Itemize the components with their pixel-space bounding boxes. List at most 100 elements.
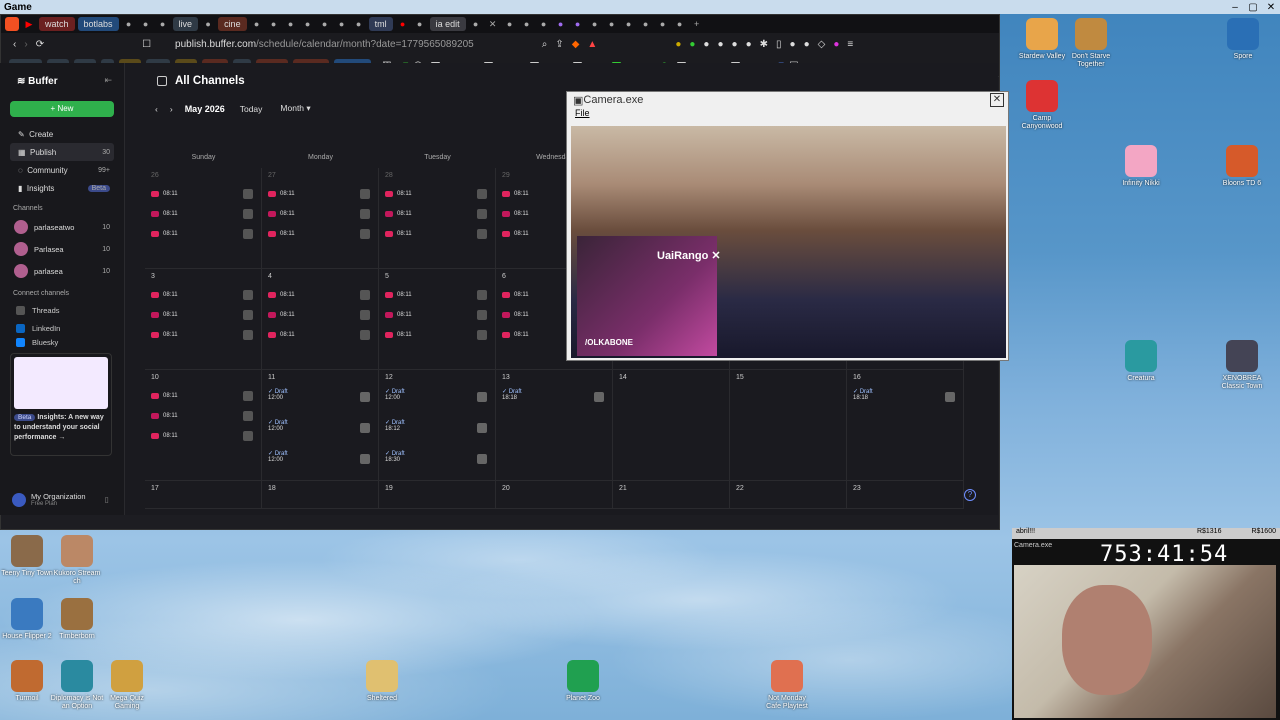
- calendar-day[interactable]: 10 08:11 08:11 08:11: [145, 370, 262, 481]
- desktop-icon[interactable]: Kukoro Stream ch: [50, 535, 104, 586]
- calendar-day[interactable]: 28 08:11 08:11 08:11: [379, 168, 496, 269]
- tab-icon[interactable]: ●: [537, 17, 551, 31]
- tab-icon[interactable]: ●: [503, 17, 517, 31]
- sidebar-icon[interactable]: ▯: [776, 39, 782, 50]
- reload-icon[interactable]: ⟳: [36, 39, 44, 50]
- back-icon[interactable]: ‹: [13, 39, 16, 50]
- next-month-icon[interactable]: ›: [170, 104, 173, 114]
- sidebar-item-community[interactable]: ◌ Community 99+: [10, 161, 114, 179]
- tab-botlabs[interactable]: botlabs: [77, 17, 119, 31]
- draft-post[interactable]: ✓ Draft 18:12: [385, 417, 489, 448]
- desktop-icon[interactable]: Bloons TD 6: [1215, 145, 1269, 188]
- extension-icon[interactable]: ●: [804, 39, 810, 50]
- calendar-day[interactable]: 12 ✓ Draft 12:00 ✓ Draft 18:12 ✓ Draft 18:30: [379, 370, 496, 481]
- desktop-icon[interactable]: Mega Quiz Gaming: [100, 660, 154, 711]
- calendar-day[interactable]: 5 08:11 08:11 08:11: [379, 269, 496, 370]
- tab-icon[interactable]: ●: [122, 17, 136, 31]
- close-icon[interactable]: ✕: [1262, 2, 1280, 13]
- extension-icon[interactable]: ●: [732, 39, 738, 50]
- calendar-day[interactable]: 4 08:11 08:11 08:11: [262, 269, 379, 370]
- connect-linkedin[interactable]: LinkedIn: [10, 319, 114, 337]
- close-icon[interactable]: ✕: [990, 93, 1004, 107]
- tab-icon[interactable]: ●: [520, 17, 534, 31]
- tab-icon[interactable]: ●: [554, 17, 568, 31]
- scheduled-post[interactable]: 08:11: [385, 184, 489, 204]
- url-field[interactable]: publish.buffer.com/schedule/calendar/mon…: [175, 39, 474, 50]
- tab-icon[interactable]: ●: [639, 17, 653, 31]
- calendar-day[interactable]: 21: [613, 481, 730, 509]
- maximize-icon[interactable]: ▢: [1244, 2, 1262, 13]
- channel-item[interactable]: parlasea 10: [10, 260, 114, 282]
- tab-icon[interactable]: ●: [284, 17, 298, 31]
- draft-post[interactable]: ✓ Draft 12:00: [385, 386, 489, 417]
- extension-icon[interactable]: ●: [833, 39, 839, 50]
- tab-watch[interactable]: watch: [39, 17, 75, 31]
- brave-shield-icon[interactable]: ◆: [572, 39, 580, 50]
- youtube-tab-icon[interactable]: ▶: [22, 17, 36, 31]
- calendar-day[interactable]: 11 ✓ Draft 12:00 ✓ Draft 12:00 ✓ Draft 12:00: [262, 370, 379, 481]
- tab-icon[interactable]: ●: [201, 17, 215, 31]
- scheduled-post[interactable]: 08:11: [151, 285, 255, 305]
- desktop-icon[interactable]: Teeny Tiny Town: [0, 535, 54, 578]
- calendar-day[interactable]: 27 08:11 08:11 08:11: [262, 168, 379, 269]
- tab-icon[interactable]: ●: [318, 17, 332, 31]
- scheduled-post[interactable]: 08:11: [151, 406, 255, 426]
- desktop-icon[interactable]: Spore: [1216, 18, 1270, 61]
- tab-icon[interactable]: ●: [396, 17, 410, 31]
- channel-item[interactable]: Parlasea 10: [10, 238, 114, 260]
- calendar-day[interactable]: 14: [613, 370, 730, 481]
- desktop-icon[interactable]: Camp Canyonwood: [1015, 80, 1069, 131]
- close-tab-icon[interactable]: ✕: [486, 17, 500, 31]
- scheduled-post[interactable]: 08:11: [268, 204, 372, 224]
- forward-icon[interactable]: ›: [24, 39, 27, 50]
- today-button[interactable]: Today: [237, 103, 266, 115]
- minimize-icon[interactable]: –: [1226, 2, 1244, 13]
- help-icon[interactable]: ?: [964, 489, 976, 501]
- tab-icon[interactable]: ●: [413, 17, 427, 31]
- vpn-icon[interactable]: ◇: [818, 39, 826, 50]
- scheduled-post[interactable]: 08:11: [385, 224, 489, 244]
- extension-icon[interactable]: ●: [675, 39, 681, 50]
- desktop-icon[interactable]: Timberborn: [50, 598, 104, 641]
- organization-switcher[interactable]: My Organization Free Plan ▯: [12, 492, 109, 507]
- tab-icon[interactable]: ●: [335, 17, 349, 31]
- desktop-icon[interactable]: Don't Starve Together: [1064, 18, 1118, 69]
- bookmark-icon[interactable]: ☐: [142, 39, 151, 50]
- scheduled-post[interactable]: 08:11: [268, 285, 372, 305]
- scheduled-post[interactable]: 08:11: [151, 204, 255, 224]
- scheduled-post[interactable]: 08:11: [268, 305, 372, 325]
- draft-post[interactable]: ✓ Draft 18:30: [385, 448, 489, 479]
- sidebar-item-insights[interactable]: ▮ Insights Beta: [10, 179, 114, 197]
- sidebar-item-publish[interactable]: ▦ Publish 30: [10, 143, 114, 161]
- draft-post[interactable]: ✓ Draft 18:18: [502, 386, 606, 417]
- tab-tml[interactable]: tml: [368, 17, 393, 31]
- puzzle-icon[interactable]: ✱: [760, 39, 768, 50]
- desktop-icon[interactable]: Turmoil: [0, 660, 54, 703]
- tab-icon[interactable]: ●: [301, 17, 315, 31]
- scheduled-post[interactable]: 08:11: [151, 386, 255, 406]
- tab-icon[interactable]: ●: [156, 17, 170, 31]
- calendar-day[interactable]: 13 ✓ Draft 18:18: [496, 370, 613, 481]
- scheduled-post[interactable]: 08:11: [151, 426, 255, 446]
- desktop-icon[interactable]: Planet Zoo: [556, 660, 610, 703]
- sidebar-item-create[interactable]: ✎ Create: [10, 125, 114, 143]
- view-select[interactable]: Month ▾: [277, 102, 313, 115]
- insights-promo[interactable]: Beta Insights: A new way to understand y…: [10, 353, 112, 456]
- desktop-icon[interactable]: Sheltered: [355, 660, 409, 703]
- scheduled-post[interactable]: 08:11: [151, 325, 255, 345]
- file-menu[interactable]: File: [567, 108, 1008, 125]
- prev-month-icon[interactable]: ‹: [155, 104, 158, 114]
- extension-icon[interactable]: ●: [790, 39, 796, 50]
- calendar-day[interactable]: 3 08:11 08:11 08:11: [145, 269, 262, 370]
- tab-icon[interactable]: ●: [605, 17, 619, 31]
- extension-icon[interactable]: ●: [717, 39, 723, 50]
- scheduled-post[interactable]: 08:11: [151, 184, 255, 204]
- channel-item[interactable]: parlaseatwo 10: [10, 216, 114, 238]
- new-button[interactable]: + New: [10, 101, 114, 117]
- desktop-icon[interactable]: Not Monday Cafe Playtest: [760, 660, 814, 711]
- desktop-icon[interactable]: Diplomacy is Not an Option: [50, 660, 104, 711]
- extension-icon[interactable]: ●: [703, 39, 709, 50]
- calendar-day[interactable]: 23: [847, 481, 964, 509]
- draft-post[interactable]: ✓ Draft 12:00: [268, 417, 372, 448]
- scheduled-post[interactable]: 08:11: [151, 224, 255, 244]
